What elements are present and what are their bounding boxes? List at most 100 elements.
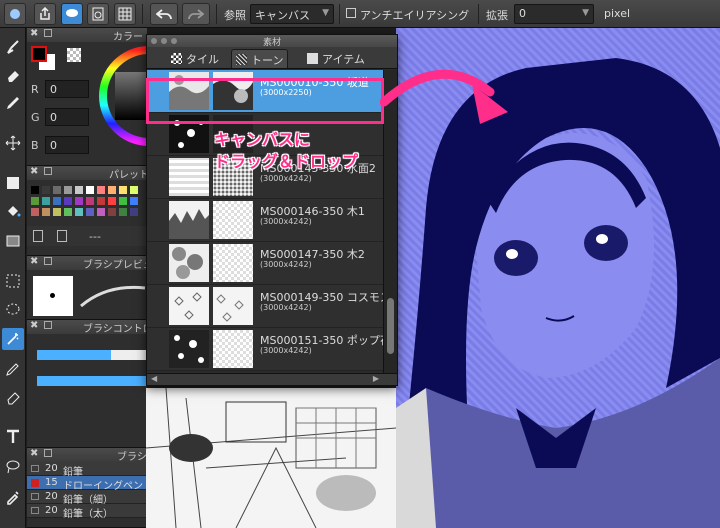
- palette-swatch[interactable]: [64, 197, 72, 205]
- text-tool-icon[interactable]: [2, 426, 24, 448]
- color-wheel[interactable]: [93, 46, 147, 146]
- palette-swatch[interactable]: [108, 197, 116, 205]
- annotation-line-1: キャンバスに: [214, 130, 311, 149]
- canvas-street-scene[interactable]: [146, 388, 396, 528]
- layer-icon[interactable]: [4, 3, 26, 25]
- palette-swatch[interactable]: [130, 197, 138, 205]
- move-tool-icon[interactable]: [2, 132, 24, 154]
- material-item[interactable]: MS000151-350 ポップ花 (3000x4242): [147, 328, 383, 371]
- timer-icon[interactable]: [87, 3, 109, 25]
- brush-item[interactable]: 20 鉛筆: [27, 462, 147, 478]
- palette-swatch[interactable]: [97, 197, 105, 205]
- magic-wand-icon[interactable]: [2, 328, 24, 350]
- new-palette-icon[interactable]: [33, 230, 43, 242]
- green-label: G: [31, 111, 40, 124]
- palette-swatch[interactable]: [97, 208, 105, 216]
- gradient-tool-icon[interactable]: [2, 230, 24, 252]
- palette-swatch[interactable]: [86, 186, 94, 194]
- scroll-left-icon[interactable]: ◀: [151, 374, 157, 383]
- tab-tile[interactable]: タイル: [167, 49, 223, 68]
- palette-swatch[interactable]: [42, 186, 50, 194]
- brush-tool-icon[interactable]: [2, 36, 24, 58]
- pen-tool-icon[interactable]: [2, 92, 24, 114]
- eyedropper-icon[interactable]: [2, 486, 24, 508]
- close-icon[interactable]: ✖: [30, 320, 38, 331]
- scrollbar-thumb[interactable]: [387, 298, 394, 354]
- popout-icon[interactable]: [44, 257, 52, 265]
- palette-swatch[interactable]: [31, 208, 39, 216]
- ellipse-select-icon[interactable]: [2, 298, 24, 320]
- palette-swatch[interactable]: [130, 186, 138, 194]
- blue-input[interactable]: 0: [45, 136, 89, 154]
- brush-item[interactable]: 20 鉛筆（細）: [27, 490, 147, 506]
- palette-swatch[interactable]: [130, 208, 138, 216]
- close-icon[interactable]: ✖: [30, 448, 38, 459]
- palette-swatch[interactable]: [75, 197, 83, 205]
- palette-swatch[interactable]: [108, 186, 116, 194]
- trash-icon[interactable]: [57, 230, 67, 242]
- brush-size: 15: [45, 477, 58, 488]
- palette-swatch[interactable]: [64, 186, 72, 194]
- rectangle-tool-icon[interactable]: [2, 172, 24, 194]
- select-eraser-icon[interactable]: [2, 386, 24, 408]
- scroll-right-icon[interactable]: ▶: [373, 374, 379, 383]
- green-input[interactable]: 0: [45, 108, 89, 126]
- material-item[interactable]: MS000146-350 木1 (3000x4242): [147, 199, 383, 242]
- brush-control-header: ✖ ブラシコントロール: [27, 320, 147, 335]
- chat-icon[interactable]: [61, 3, 83, 25]
- share-icon[interactable]: [34, 3, 56, 25]
- brush-item[interactable]: 15 ドローイングペン: [27, 476, 147, 492]
- color-panel-header: ✖ カラー: [27, 28, 147, 43]
- palette-swatch[interactable]: [42, 208, 50, 216]
- reference-select[interactable]: キャンバス ▼: [250, 4, 334, 24]
- foreground-color-chip[interactable]: [31, 46, 47, 62]
- popout-icon[interactable]: [44, 29, 52, 37]
- select-pen-icon[interactable]: [2, 358, 24, 380]
- tab-tone[interactable]: トーン: [231, 49, 289, 68]
- popout-icon[interactable]: [44, 321, 52, 329]
- palette-swatch[interactable]: [75, 186, 83, 194]
- grid-icon[interactable]: [114, 3, 136, 25]
- brush-control-title: ブラシコントロール: [83, 324, 147, 335]
- palette-swatch[interactable]: [64, 208, 72, 216]
- rect-select-icon[interactable]: [2, 270, 24, 292]
- material-item[interactable]: MS000147-350 木2 (3000x4242): [147, 242, 383, 285]
- toolbar-divider: [216, 4, 217, 24]
- fill-bucket-icon[interactable]: [2, 200, 24, 222]
- brush-item[interactable]: 20 鉛筆（太）: [27, 504, 147, 520]
- redo-button[interactable]: [182, 3, 210, 25]
- red-input[interactable]: 0: [45, 80, 89, 98]
- expand-input[interactable]: 0 ▼: [514, 4, 594, 24]
- tab-tone-label: トーン: [251, 54, 284, 67]
- palette-swatch[interactable]: [53, 208, 61, 216]
- palette-swatch[interactable]: [119, 208, 127, 216]
- palette-swatch[interactable]: [119, 186, 127, 194]
- brush-size-slider[interactable]: [37, 350, 147, 360]
- lasso-tool-icon[interactable]: [2, 456, 24, 478]
- palette-swatch[interactable]: [97, 186, 105, 194]
- palette-swatch[interactable]: [31, 197, 39, 205]
- eraser-tool-icon[interactable]: [2, 64, 24, 86]
- palette-swatch[interactable]: [75, 208, 83, 216]
- close-icon[interactable]: ✖: [30, 166, 38, 177]
- palette-swatch[interactable]: [42, 197, 50, 205]
- antialias-checkbox[interactable]: [346, 8, 356, 18]
- palette-swatch[interactable]: [86, 208, 94, 216]
- palette-swatch[interactable]: [53, 197, 61, 205]
- palette-swatch[interactable]: [108, 208, 116, 216]
- brush-opacity-slider[interactable]: [37, 376, 147, 386]
- transparent-color[interactable]: [67, 48, 81, 62]
- undo-button[interactable]: [150, 3, 178, 25]
- palette-swatch[interactable]: [31, 186, 39, 194]
- close-icon[interactable]: ✖: [30, 28, 38, 39]
- close-icon[interactable]: ✖: [30, 256, 38, 267]
- material-item[interactable]: MS000149-350 コスモス (3000x4242): [147, 285, 383, 328]
- tab-item[interactable]: アイテム: [303, 49, 369, 68]
- brush-panel: ✖ ブラシ 20 鉛筆 15 ドローイングペン 20 鉛筆（細） 20 鉛筆（太…: [27, 448, 147, 528]
- popout-icon[interactable]: [44, 449, 52, 457]
- palette-swatch[interactable]: [53, 186, 61, 194]
- popout-icon[interactable]: [44, 167, 52, 175]
- palette-swatch[interactable]: [86, 197, 94, 205]
- palette-swatch[interactable]: [119, 197, 127, 205]
- chevron-down-icon: ▼: [582, 8, 589, 18]
